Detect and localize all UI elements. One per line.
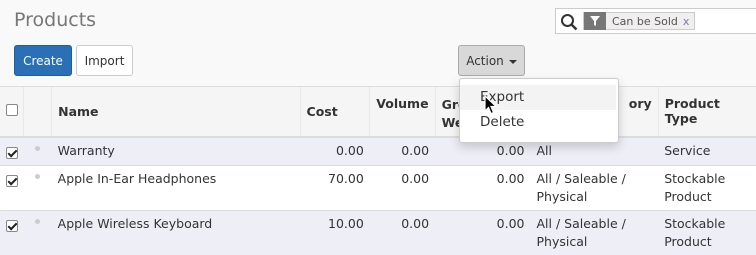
cell-volume: 0.00 [370, 137, 435, 166]
table-row[interactable]: Warranty 0.00 0.00 0.00 All Service [0, 137, 756, 166]
cell-cost: 0.00 [300, 137, 370, 166]
column-header-volume[interactable]: Volume [370, 87, 435, 137]
row-select-cell[interactable] [0, 166, 24, 211]
action-dropdown-button[interactable]: Action [458, 45, 525, 76]
search-box[interactable]: Can be Sold x [555, 8, 756, 34]
create-button[interactable]: Create [14, 45, 72, 76]
handle-dot-icon [35, 219, 40, 224]
cell-cost: 70.00 [300, 166, 370, 211]
row-checkbox[interactable] [6, 147, 18, 159]
facet-label: Can be Sold [606, 15, 683, 28]
cell-name[interactable]: Warranty [52, 137, 300, 166]
column-header-name[interactable]: Name [52, 87, 300, 137]
mouse-cursor-icon [484, 95, 498, 115]
cell-category: All / Saleable / Physical [530, 211, 658, 255]
cell-category: All / Saleable / Physical [530, 166, 658, 211]
handle-header [24, 87, 52, 137]
table-header-row: Name Cost Volume Gro We ory Product Type [0, 87, 756, 137]
cell-weight: 0.00 [435, 166, 530, 211]
handle-dot-icon [35, 146, 40, 151]
row-checkbox[interactable] [6, 175, 18, 187]
action-dropdown-menu: Export Delete [459, 78, 619, 143]
search-icon[interactable] [560, 13, 578, 31]
cell-weight: 0.00 [435, 211, 530, 255]
select-all-checkbox[interactable] [6, 104, 18, 116]
action-button-label: Action [466, 54, 504, 68]
select-all-cell[interactable] [0, 87, 24, 137]
page-title: Products [14, 9, 96, 31]
facet-remove-button[interactable]: x [683, 15, 695, 28]
filter-icon [584, 12, 606, 30]
cell-name[interactable]: Apple Wireless Keyboard [52, 211, 300, 255]
row-select-cell[interactable] [0, 137, 24, 166]
cell-product-type: Stockable Product [658, 166, 756, 211]
search-facet: Can be Sold x [583, 12, 695, 30]
products-table: Name Cost Volume Gro We ory Product Type… [0, 86, 756, 255]
cell-name[interactable]: Apple In-Ear Headphones [52, 166, 300, 211]
import-button[interactable]: Import [76, 45, 133, 76]
cell-volume: 0.00 [370, 211, 435, 255]
row-handle [24, 211, 52, 255]
table-row[interactable]: Apple Wireless Keyboard 10.00 0.00 0.00 … [0, 211, 756, 255]
table-row[interactable]: Apple In-Ear Headphones 70.00 0.00 0.00 … [0, 166, 756, 211]
row-handle [24, 166, 52, 211]
cell-product-type: Stockable Product [658, 211, 756, 255]
row-handle [24, 137, 52, 166]
handle-dot-icon [35, 174, 40, 179]
control-panel: Products Can be Sold x Create Import Act… [0, 0, 756, 86]
row-select-cell[interactable] [0, 211, 24, 255]
cell-product-type: Service [658, 137, 756, 166]
caret-down-icon [509, 60, 517, 64]
column-header-cost[interactable]: Cost [300, 87, 370, 137]
row-checkbox[interactable] [6, 220, 18, 232]
cell-volume: 0.00 [370, 166, 435, 211]
column-header-product-type[interactable]: Product Type [658, 87, 756, 137]
cell-cost: 10.00 [300, 211, 370, 255]
